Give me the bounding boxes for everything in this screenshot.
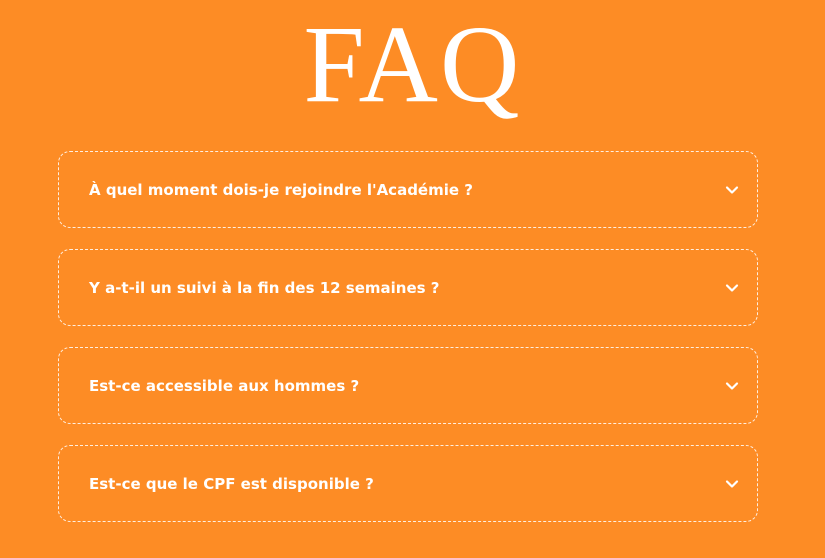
chevron-down-icon[interactable]	[723, 181, 741, 199]
faq-question: Y a-t-il un suivi à la fin des 12 semain…	[89, 278, 440, 297]
faq-question: Est-ce accessible aux hommes ?	[89, 376, 360, 395]
chevron-down-icon[interactable]	[723, 475, 741, 493]
page-title: FAQ	[303, 3, 522, 125]
faq-item-follow-up[interactable]: Y a-t-il un suivi à la fin des 12 semain…	[58, 249, 758, 326]
chevron-down-icon[interactable]	[723, 377, 741, 395]
faq-item-men-access[interactable]: Est-ce accessible aux hommes ?	[58, 347, 758, 424]
chevron-down-icon[interactable]	[723, 279, 741, 297]
faq-item-join-academy[interactable]: À quel moment dois-je rejoindre l'Académ…	[58, 151, 758, 228]
faq-section: FAQ À quel moment dois-je rejoindre l'Ac…	[0, 0, 825, 558]
faq-list: À quel moment dois-je rejoindre l'Académ…	[58, 151, 758, 543]
faq-question: À quel moment dois-je rejoindre l'Académ…	[89, 180, 473, 199]
faq-item-cpf[interactable]: Est-ce que le CPF est disponible ?	[58, 445, 758, 522]
faq-question: Est-ce que le CPF est disponible ?	[89, 474, 374, 493]
